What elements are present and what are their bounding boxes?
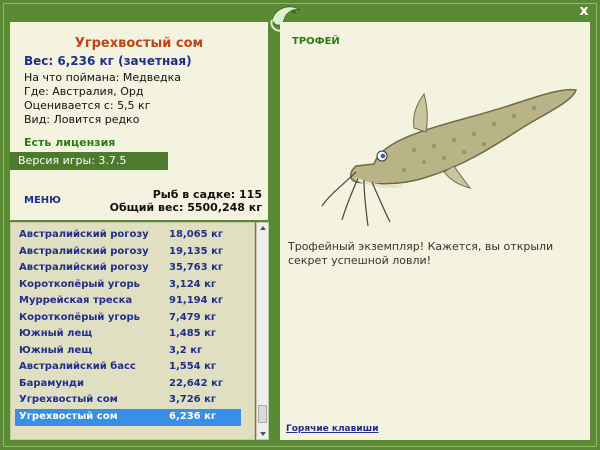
menu-row: МЕНЮ Рыб в садке: 115 Общий вес: 5500,24… [10,174,268,220]
catch-list-item[interactable]: Южный лещ 1,485 кг [15,326,241,343]
catch-fish-name: Южный лещ [19,328,93,339]
catch-fish-weight: 7,479 кг [169,311,217,323]
catch-fish-weight: 3,726 кг [169,394,217,405]
catch-list-item[interactable]: Австралийский рогозу... 19,135 кг [15,244,241,261]
catfish-image [321,88,577,227]
rating-threshold-info: Оценивается с: 5,5 кг [24,99,151,112]
catch-list-item[interactable]: Барамунди 22,642 кг [15,376,241,393]
menu-button[interactable]: МЕНЮ [24,195,61,206]
catch-fish-weight: 3,124 кг [169,278,217,290]
close-button[interactable]: x [576,3,592,19]
scroll-thumb[interactable] [258,405,267,423]
trophy-panel: ТРОФЕЙ Трофейный экземпляр! Кажется, вы … [280,22,590,440]
catch-fish-weight: 3,2 кг [169,344,203,356]
catch-fish-weight: 19,135 кг [169,245,224,257]
scroll-down-arrow-icon[interactable] [258,430,268,438]
catch-fish-name: Короткопёрый угорь [19,278,141,290]
catch-fish-weight: 35,763 кг [169,262,224,273]
catch-list-item[interactable]: Австралийский рогозу... 35,763 кг [15,260,241,277]
catch-list-item[interactable]: Короткопёрый угорь 7,479 кг [15,310,241,327]
bait-info: На что поймана: Медведка [24,71,181,84]
species-rarity-info: Вид: Ловится редко [24,113,140,126]
catch-list-item[interactable]: Южный лещ 3,2 кг [15,343,241,360]
catch-fish-name: Муррейская треска [19,295,133,306]
catch-fish-name: Австралийский басс [19,361,136,372]
catch-fish-weight: 1,554 кг [169,361,217,372]
trophy-title: ТРОФЕЙ [292,36,340,47]
catch-list-item[interactable]: Угрехвостый сом 6,236 кг [15,408,241,426]
location-info: Где: Австралия, Орд [24,85,144,98]
catch-list-item[interactable]: Угрехвостый сом 3,726 кг [15,392,241,409]
catch-list-item[interactable]: Австралийский рогозу... 18,065 кг [15,227,241,244]
catch-fish-name: Австралийский рогозу... [19,229,149,240]
fish-name: Угрехвостый сом [74,36,204,51]
hotkeys-link[interactable]: Горячие клавиши [286,424,379,434]
catch-list-item[interactable]: Австралийский басс 1,554 кг [15,359,241,376]
catch-fish-name: Угрехвостый сом [19,394,118,405]
license-status: Есть лицензия [24,136,116,149]
scroll-up-arrow-icon[interactable] [258,224,268,232]
catch-fish-weight: 6,236 кг [169,410,217,422]
game-version: Версия игры: 3.7.5 [10,152,168,170]
catch-fish-weight: 1,485 кг [169,328,217,339]
catch-fish-name: Австралийский рогозу... [19,245,149,257]
catch-list-item[interactable]: Муррейская треска 91,194 кг [15,293,241,310]
catch-fish-name: Южный лещ [19,344,93,356]
trophy-message: Трофейный экземпляр! Кажется, вы открыли… [288,240,554,267]
catch-list-scrollbar[interactable] [256,222,269,440]
catch-list-item[interactable]: Короткопёрый угорь 3,124 кг [15,277,241,294]
catch-fish-name: Короткопёрый угорь [19,311,141,323]
total-weight: Общий вес: 5500,248 кг [109,201,262,214]
catch-fish-weight: 91,194 кг [169,295,224,306]
catch-fish-weight: 18,065 кг [169,229,224,240]
fish-weight: Вес: 6,236 кг (зачетная) [24,54,192,68]
catch-fish-name: Барамунди [19,377,84,389]
catch-fish-name: Угрехвостый сом [19,410,118,422]
catch-fish-name: Австралийский рогозу... [19,262,149,273]
keepnet-count: Рыб в садке: 115 [152,188,262,201]
catch-fish-weight: 22,642 кг [169,377,224,389]
catch-list[interactable]: Австралийский рогозу... 18,065 кг Австрали… [10,222,255,440]
